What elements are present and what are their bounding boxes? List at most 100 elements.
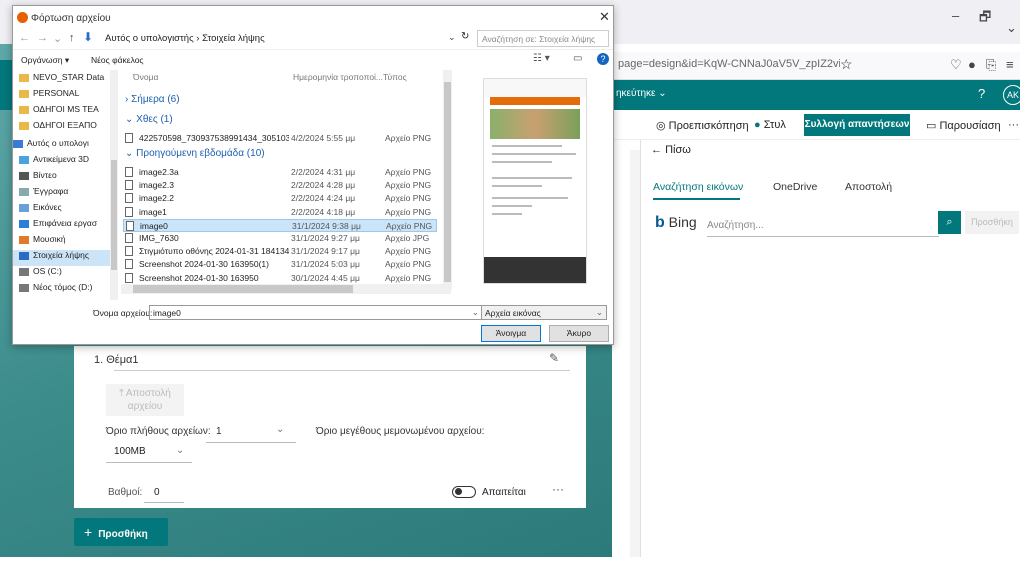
bookmark-star-icon[interactable]: ☆ [840,56,853,73]
file-group-header[interactable]: ⌄ Χθες (1) [125,114,173,125]
collect-responses-button[interactable]: Συλλογή απαντήσεων [804,114,910,136]
preview-button[interactable]: ◎ Προεπισκόπηση [656,119,749,132]
nav-item[interactable]: PERSONAL [13,88,118,104]
scrollbar[interactable] [630,150,640,557]
file-row[interactable]: image2.32/2/2024 4:28 μμΑρχείο PNG [123,179,437,192]
nav-item[interactable]: Νέος τόμος (D:) [13,282,118,298]
scrollbar-thumb[interactable] [133,285,353,293]
extensions-icon[interactable]: ⎘ [986,57,996,73]
chevron-down-icon[interactable]: ⌄ [276,424,284,435]
tab-image-search[interactable]: Αναζήτηση εικόνων [653,181,743,193]
edit-icon[interactable]: ✎ [549,351,559,365]
search-icon[interactable]: ⌕ [938,211,961,234]
file-row[interactable]: Screenshot 2024-01-30 16395030/1/2024 4:… [123,272,437,285]
view-options-icon[interactable]: ☷ ▾ [533,53,550,64]
open-button[interactable]: Άνοιγμα [481,325,541,342]
scrollbar-thumb[interactable] [444,82,451,282]
cancel-button[interactable]: Άκυρο [549,325,609,342]
size-limit-select[interactable]: 100MB ⌄ [114,446,146,457]
chevron-down-icon[interactable]: ⌄ [448,32,456,43]
file-row[interactable]: Στιγμιότυπο οθόνης 2024-01-31 18413431/1… [123,245,437,258]
nav-item[interactable]: Εικόνες [13,202,118,218]
nav-item-label: ΟΔΗΓΟΙ ΕΞΑΠΟ [33,120,97,130]
minimize-button[interactable]: – [952,8,959,23]
file-list-scrollbar[interactable] [443,70,452,290]
file-row[interactable]: image031/1/2024 9:38 μμΑρχείο PNG [123,219,437,232]
save-status[interactable]: ηκεύτηκε ⌄ [616,88,667,99]
file-type-filter[interactable]: Αρχεία εικόνας⌄ [481,305,607,320]
help-icon[interactable]: ? [978,86,985,101]
image-file-icon [125,167,133,177]
new-folder-button[interactable]: Νέος φάκελος [91,55,144,65]
avatar[interactable]: AK [1003,85,1020,105]
column-header-date[interactable]: Ημερομηνία τροποποί... [293,72,383,82]
breadcrumb[interactable]: Αυτός ο υπολογιστής › Στοιχεία λήψης [105,33,265,44]
column-header-type[interactable]: Τύπος [383,72,407,82]
forward-arrow-icon[interactable]: → [37,32,48,44]
back-button[interactable]: ← Πίσω [651,144,691,156]
folder-search-input[interactable]: Αναζήτηση σε: Στοιχεία λήψης [477,30,609,47]
points-input[interactable]: 0 [154,487,160,498]
file-row[interactable]: Screenshot 2024-01-30 163950(1)31/1/2024… [123,258,437,271]
more-options-button[interactable]: ··· [1008,119,1019,131]
nav-item[interactable]: ΟΔΗΓΟΙ MS TEA [13,104,118,120]
nav-item[interactable]: ΟΔΗΓΟΙ ΕΞΑΠΟ [13,120,118,136]
nav-item[interactable]: NEVO_STAR Data [13,72,118,88]
question-title[interactable]: 1. Θέμα1 [94,354,139,366]
nav-pane-scrollbar[interactable] [110,70,118,300]
column-header-name[interactable]: Όνομα [133,72,158,82]
nav-item[interactable]: Αντικείμενα 3D [13,154,118,170]
back-arrow-icon[interactable]: ← [19,32,30,44]
url-text[interactable]: page=design&id=KqW-CNNaJ0aV5V_zpIZ2vine9… [618,58,840,70]
file-row[interactable]: 422570598_730937538991434_30510395568...… [123,132,437,145]
style-button[interactable]: ● Στυλ [754,119,786,131]
bing-logo: b Bing [655,214,697,232]
help-icon[interactable]: ? [597,53,609,65]
nav-item[interactable]: Μουσική [13,234,118,250]
pocket-icon[interactable]: ♡ [950,57,962,73]
present-button[interactable]: ▭ Παρουσίαση [926,119,1001,132]
question-more-button[interactable]: ··· [552,482,564,496]
nav-item[interactable]: OS (C:) [13,266,118,282]
horizontal-scrollbar[interactable] [121,284,451,294]
points-underline [144,502,184,503]
refresh-icon[interactable]: ↻ [461,31,469,42]
file-group-header[interactable]: ⌄ Προηγούμενη εβδομάδα (10) [125,148,265,159]
file-row[interactable]: IMG_763031/1/2024 9:27 μμΑρχείο JPG [123,232,437,245]
nav-item-label: NEVO_STAR Data [33,72,104,82]
file-row[interactable]: image2.22/2/2024 4:24 μμΑρχείο PNG [123,192,437,205]
image-search-input[interactable]: Αναζήτηση... [707,220,764,231]
nav-item-label: PERSONAL [33,88,79,98]
file-count-limit-select[interactable]: 1 [216,426,222,437]
file-row[interactable]: image2.3a2/2/2024 4:31 μμΑρχείο PNG [123,166,437,179]
tab-list-button[interactable]: ⌄ [1006,20,1017,36]
file-name: image1 [139,207,289,217]
image-file-icon [125,193,133,203]
nav-item[interactable]: Αυτός ο υπολογι [13,138,118,154]
nav-item[interactable]: teleconf@upi.gr [13,298,118,300]
recent-locations-icon[interactable]: ⌄ [53,32,62,45]
restore-button[interactable]: 🗗 [979,8,991,30]
nav-item-label: Επιφάνεια εργασ [33,218,97,228]
file-group-header[interactable]: › Σήμερα (6) [125,94,180,105]
chevron-down-icon[interactable]: ⌄ [472,307,479,318]
nav-item[interactable]: Στοιχεία λήψης [13,250,118,266]
nav-item[interactable]: Επιφάνεια εργασ [13,218,118,234]
menu-icon[interactable]: ≡ [1006,57,1014,72]
organize-button[interactable]: Οργάνωση ▾ [21,55,69,66]
up-arrow-icon[interactable]: ↑ [69,32,75,44]
filename-input[interactable]: image0⌄ [149,305,483,320]
nav-item[interactable]: Βίντεο [13,170,118,186]
preview-pane-icon[interactable]: ▭ [573,53,582,64]
address-bar[interactable]: page=design&id=KqW-CNNaJ0aV5V_zpIZ2vine9… [612,52,1020,80]
tab-upload[interactable]: Αποστολή [845,181,892,193]
scrollbar-thumb[interactable] [111,160,117,270]
tab-onedrive[interactable]: OneDrive [773,181,817,193]
required-toggle[interactable] [452,486,476,498]
account-icon[interactable]: ● [968,57,976,72]
close-icon[interactable]: ✕ [599,9,610,25]
nav-item[interactable]: Έγγραφα [13,186,118,202]
add-new-button[interactable]: +Προσθήκη νέου [74,518,168,546]
filter-value: Αρχεία εικόνας [485,308,541,318]
file-row[interactable]: image12/2/2024 4:18 μμΑρχείο PNG [123,206,437,219]
